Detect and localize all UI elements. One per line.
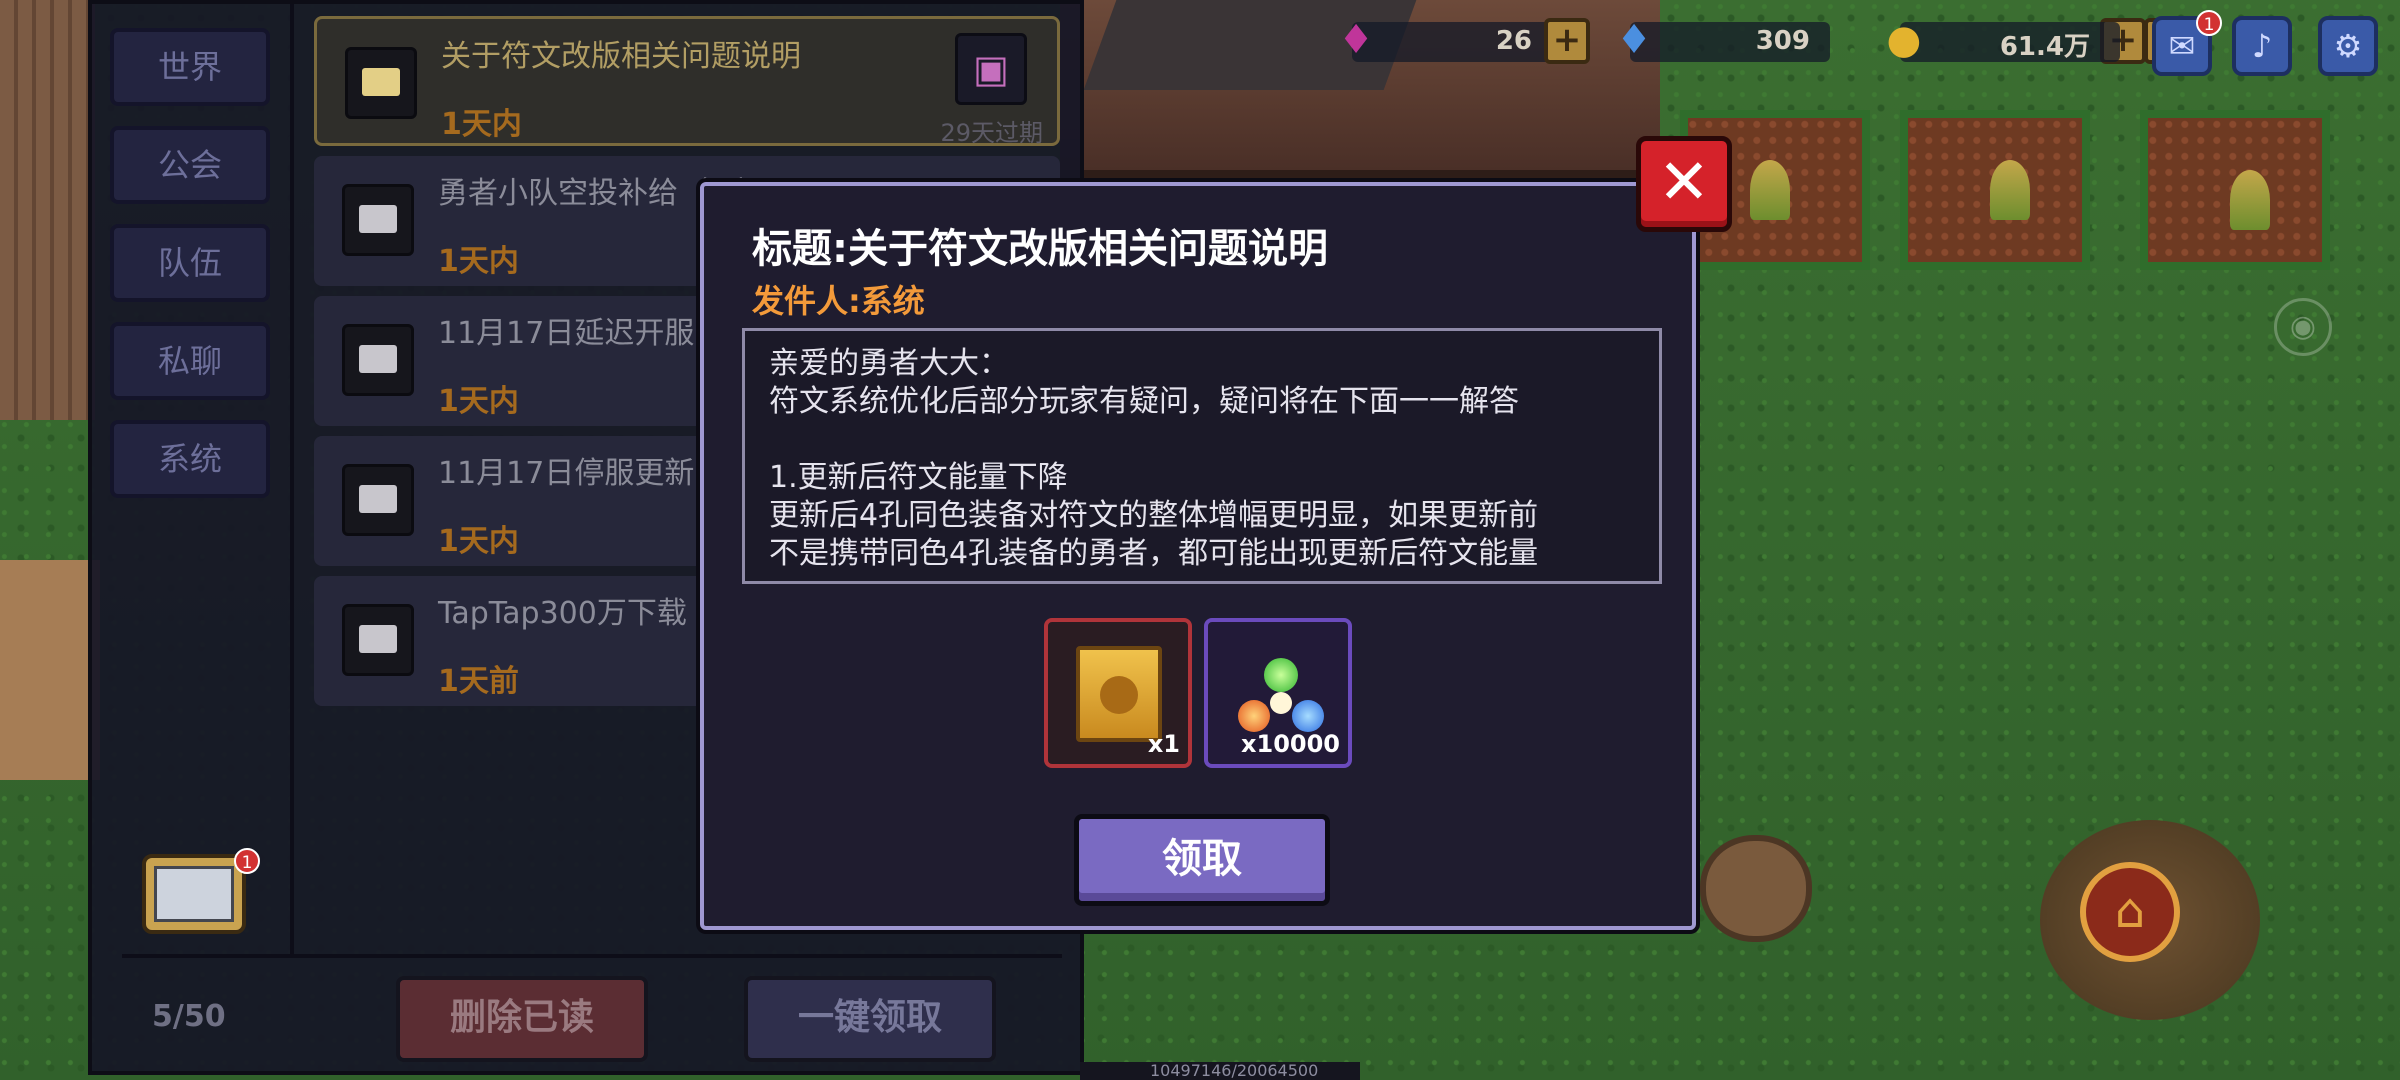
- mailbox-envelope-icon[interactable]: 1: [142, 848, 260, 934]
- mail-time: 1天内: [441, 107, 522, 142]
- tab-system[interactable]: 系统: [110, 420, 270, 498]
- crop-plant: [1750, 160, 1790, 220]
- dialog-title: 标题:关于符文改版相关问题说明: [752, 226, 1328, 272]
- body-line: 符文系统优化后部分玩家有疑问，疑问将在下面一一解答: [769, 384, 1519, 419]
- mail-button[interactable]: ✉ 1: [2152, 10, 2222, 76]
- gear-icon: ⚙: [2333, 27, 2363, 65]
- mail-time: 1天前: [438, 664, 519, 699]
- reward-slot-chest[interactable]: x1: [1044, 618, 1192, 768]
- crop-plant: [2230, 170, 2270, 230]
- mail-list-item[interactable]: 关于符文改版相关问题说明 1天内 ▣ 29天过期: [314, 16, 1060, 147]
- bottom-divider: [122, 954, 1062, 958]
- body-line: 1.更新后符文能量下降: [769, 460, 1068, 495]
- tab-team[interactable]: 队伍: [110, 224, 270, 302]
- blue-gem-icon: ♦: [1616, 17, 1652, 63]
- gold-count: 61.4万: [1999, 32, 2090, 62]
- mail-badge: 1: [2196, 10, 2222, 36]
- mail-expire: 29天过期: [940, 119, 1043, 147]
- claim-button[interactable]: 领取: [1074, 814, 1330, 906]
- gold-coin-icon: ●: [1886, 17, 1922, 63]
- house-icon: ⌂: [2114, 883, 2146, 939]
- mail-icon: [342, 324, 414, 396]
- dialog-sender: 发件人:系统: [752, 282, 925, 320]
- blue-gem-count: 309: [1755, 26, 1810, 56]
- left-wall: [0, 0, 95, 420]
- tab-guild[interactable]: 公会: [110, 126, 270, 204]
- mail-time: 1天内: [438, 244, 519, 279]
- delete-read-button[interactable]: 删除已读: [396, 976, 648, 1062]
- claim-all-button[interactable]: 一键领取: [744, 976, 996, 1062]
- close-button[interactable]: ✕: [1636, 136, 1732, 232]
- body-line: 亲爱的勇者大大：: [769, 346, 1009, 381]
- tree-stump: [1700, 835, 1812, 942]
- eye-toggle-button[interactable]: ◉: [2274, 298, 2332, 356]
- golden-chest-icon: [1076, 646, 1162, 742]
- dirt-path: [0, 560, 100, 780]
- mail-body-scroll[interactable]: 亲爱的勇者大大： 符文系统优化后部分玩家有疑问，疑问将在下面一一解答 1.更新后…: [742, 328, 1662, 584]
- tab-divider: [290, 4, 294, 954]
- mail-icon: [342, 464, 414, 536]
- mailbox-badge: 1: [234, 848, 260, 874]
- mail-time: 1天内: [438, 524, 519, 559]
- crop-plant: [1990, 160, 2030, 220]
- treasure-chest-icon: ▣: [955, 33, 1027, 105]
- blue-gem-resource: ♦ 309 +: [1610, 16, 2146, 66]
- tab-private-chat[interactable]: 私聊: [110, 322, 270, 400]
- close-icon: ✕: [1658, 145, 1710, 218]
- body-line: 不是携带同色4孔装备的勇者，都可能出现更新后符文能量: [769, 536, 1539, 571]
- purple-gem-resource: ♦ 26 +: [1332, 16, 1602, 66]
- purple-gem-count: 26: [1495, 26, 1532, 56]
- mail-icon: [342, 184, 414, 256]
- mail-icon: [342, 604, 414, 676]
- tab-world[interactable]: 世界: [110, 28, 270, 106]
- body-line: [769, 421, 1635, 459]
- mail-title: 关于符文改版相关问题说明: [441, 39, 801, 74]
- gold-resource: ● 61.4万 +: [1880, 16, 2190, 66]
- reward-qty: x1: [1147, 730, 1180, 758]
- speaker-icon: ♪: [2251, 27, 2273, 65]
- reward-slot-gems[interactable]: x10000: [1204, 618, 1352, 768]
- mail-title: 11月17日延迟开服: [438, 316, 695, 351]
- home-button[interactable]: ⌂: [2080, 862, 2180, 962]
- opened-mail-icon: [345, 47, 417, 119]
- purple-gem-icon: ♦: [1338, 17, 1374, 63]
- mail-title: TapTap300万下载: [438, 596, 687, 631]
- mail-time: 1天内: [438, 384, 519, 419]
- mail-title: 11月17日停服更新: [438, 456, 695, 491]
- envelope-icon: ✉: [2168, 27, 2196, 65]
- eye-icon: ◉: [2289, 309, 2317, 344]
- sound-button[interactable]: ♪: [2232, 16, 2292, 76]
- mail-count: 5/50: [152, 999, 226, 1034]
- body-line: 更新后4孔同色装备对符文的整体增幅更明显，如果更新前: [769, 498, 1539, 533]
- mail-detail-dialog: 标题:关于符文改版相关问题说明 发件人:系统 亲爱的勇者大大： 符文系统优化后部…: [700, 182, 1696, 930]
- reward-qty: x10000: [1241, 730, 1340, 758]
- xp-bar: 10497146/20064500: [1080, 1062, 1360, 1080]
- add-purple-gem-button[interactable]: +: [1544, 18, 1590, 64]
- settings-button[interactable]: ⚙: [2318, 16, 2378, 76]
